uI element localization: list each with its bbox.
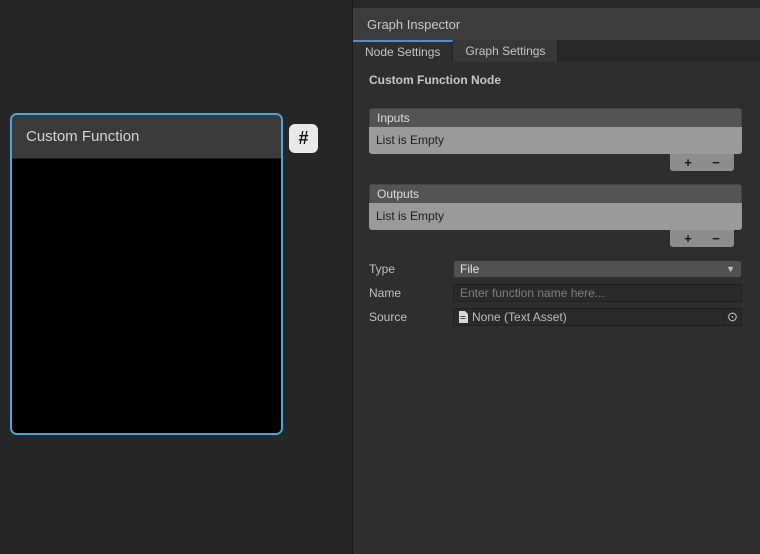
inputs-add-button[interactable]: +	[678, 156, 698, 169]
node-hash-badge[interactable]: #	[289, 124, 318, 153]
node-title: Custom Function	[12, 115, 281, 159]
outputs-list-empty-row: List is Empty	[369, 203, 742, 230]
type-label: Type	[369, 262, 453, 276]
inspector-title: Graph Inspector	[367, 17, 460, 32]
object-picker-icon[interactable]: ⊙	[723, 309, 741, 325]
outputs-list: Outputs List is Empty + −	[369, 184, 742, 247]
chevron-down-icon: ▼	[726, 264, 735, 274]
outputs-add-button[interactable]: +	[678, 232, 698, 245]
outputs-list-footer: + −	[369, 230, 742, 247]
outputs-remove-button[interactable]: −	[706, 232, 726, 245]
type-field-row: Type File ▼	[369, 260, 742, 278]
tab-graph-settings[interactable]: Graph Settings	[453, 40, 558, 62]
source-field-row: Source None (Text Asset) ⊙	[369, 308, 742, 326]
text-asset-icon	[458, 311, 468, 323]
inputs-list: Inputs List is Empty + −	[369, 108, 742, 171]
inspector-header[interactable]: Graph Inspector	[353, 8, 760, 40]
source-object-value: None (Text Asset)	[472, 310, 567, 324]
graph-inspector-panel: Graph Inspector Node Settings Graph Sett…	[352, 0, 760, 554]
inputs-list-header: Inputs	[369, 108, 742, 127]
inspector-tab-bar: Node Settings Graph Settings	[353, 40, 760, 62]
inspector-content: Custom Function Node Inputs List is Empt…	[353, 62, 760, 554]
type-dropdown[interactable]: File ▼	[453, 260, 742, 278]
outputs-list-header: Outputs	[369, 184, 742, 203]
function-name-input[interactable]	[453, 284, 742, 302]
inputs-list-footer-box: + −	[670, 154, 734, 171]
source-label: Source	[369, 310, 453, 324]
type-dropdown-value: File	[460, 262, 479, 276]
section-title: Custom Function Node	[369, 73, 742, 87]
outputs-list-footer-box: + −	[670, 230, 734, 247]
node-body	[12, 159, 281, 433]
custom-function-node[interactable]: Custom Function	[10, 113, 283, 435]
inputs-list-empty-row: List is Empty	[369, 127, 742, 154]
graph-canvas[interactable]: Custom Function #	[0, 0, 352, 554]
name-label: Name	[369, 286, 453, 300]
name-field-row: Name	[369, 284, 742, 302]
inputs-remove-button[interactable]: −	[706, 156, 726, 169]
tab-node-settings[interactable]: Node Settings	[353, 40, 453, 62]
inputs-list-footer: + −	[369, 154, 742, 171]
source-object-field[interactable]: None (Text Asset) ⊙	[453, 308, 742, 326]
